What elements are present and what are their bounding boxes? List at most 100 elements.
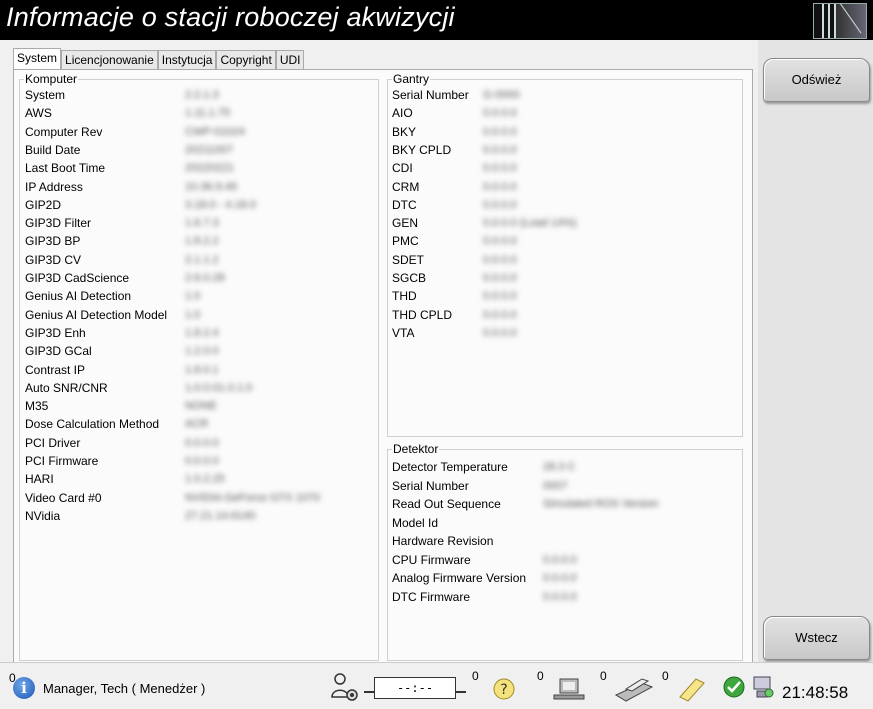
- computer-value: CWP-01024: [185, 125, 245, 138]
- gantry-label: BKY CPLD: [392, 142, 452, 157]
- computer-value: 1.8.2.4: [185, 326, 219, 339]
- computer-label: GIP3D BP: [25, 234, 81, 249]
- user-lock-icon[interactable]: [330, 671, 360, 703]
- detector-value: 0007: [543, 479, 568, 492]
- gantry-label: BKY: [392, 124, 417, 139]
- gantry-value: 0.0.0.0: [483, 272, 517, 284]
- gantry-label: SGCB: [392, 271, 427, 285]
- computer-value: 10.36.9.49: [185, 180, 237, 193]
- gantry-value: 0.0.0.0: [483, 198, 517, 211]
- gantry-value: 0.0.0.0: [483, 253, 517, 266]
- print-count: 0: [600, 669, 607, 683]
- back-button[interactable]: Wstecz: [763, 616, 870, 660]
- gantry-value: 0.0.0.0: [483, 162, 517, 175]
- info-icon[interactable]: i: [13, 677, 35, 699]
- gantry-value: 0.0.0.0: [483, 125, 517, 138]
- gantry-label: VTA: [392, 325, 415, 340]
- main-area: System Licencjonowanie Instytucja Copyri…: [0, 40, 758, 664]
- archive-count: 0: [537, 669, 544, 683]
- network-archive-icon[interactable]: [550, 673, 590, 703]
- computer-value: NVIDIA GeForce GTX 1070: [185, 491, 321, 504]
- computer-label: GIP3D CV: [25, 252, 82, 267]
- detector-label: CPU Firmware: [392, 552, 471, 567]
- tab-udi[interactable]: UDI: [275, 50, 305, 71]
- tab-copyright[interactable]: Copyright: [216, 50, 276, 71]
- detector-value: 28.3 C: [543, 461, 576, 473]
- logo: [813, 3, 867, 39]
- timer-widget[interactable]: --:--: [364, 671, 466, 701]
- gantry-group: Gantry Serial Number G-0000 AIO 0.0.0.0 BKY 0…: [387, 72, 743, 437]
- computer-label: Computer Rev: [25, 124, 103, 139]
- computer-value: 1.2.0.0: [185, 345, 219, 358]
- gantry-label: CDI: [392, 161, 413, 176]
- computer-value: ACR: [185, 418, 209, 431]
- computer-value: 1.8.0.1: [185, 363, 219, 376]
- computer-value: 1.0: [185, 290, 201, 303]
- computer-value: 2.2.1.3: [185, 89, 219, 101]
- detector-value: 0.0.0.0: [543, 572, 577, 584]
- gantry-label: AIO: [392, 106, 413, 121]
- detector-label: Serial Number: [392, 478, 469, 493]
- detector-label: Detector Temperature: [392, 460, 508, 474]
- computer-label: IP Address: [25, 179, 83, 194]
- computer-label: GIP3D GCal: [25, 344, 92, 359]
- computer-value: 2.1.1.2: [185, 253, 219, 266]
- computer-label: GIP3D Enh: [25, 325, 86, 340]
- detector-label: Read Out Sequence: [392, 497, 501, 511]
- computer-label: PCI Firmware: [25, 454, 99, 468]
- computer-value: 1.0.2.25: [185, 473, 225, 486]
- computer-value: 0.0.0.0: [185, 455, 219, 467]
- computer-label: Video Card #0: [25, 490, 102, 505]
- help-icon[interactable]: ?: [492, 677, 516, 701]
- gantry-label: THD CPLD: [392, 307, 453, 322]
- computer-value: 20220221: [185, 162, 234, 175]
- computer-label: Dose Calculation Method: [25, 417, 160, 432]
- gantry-label: CRM: [392, 179, 420, 194]
- computer-label: M35: [25, 399, 49, 414]
- detector-value: 0.0.0.0: [543, 553, 577, 566]
- computer-label: Contrast IP: [25, 362, 86, 377]
- system-device-icon[interactable]: [750, 673, 776, 701]
- queue-count: 0: [472, 669, 479, 683]
- computer-value: 1.0: [185, 308, 201, 321]
- tab-institution[interactable]: Instytucja: [157, 50, 217, 71]
- computer-value: 20211007: [185, 143, 234, 156]
- detector-label: Analog Firmware Version: [392, 571, 527, 585]
- computer-label: NVidia: [25, 508, 61, 523]
- user-name[interactable]: Manager, Tech ( Menedżer ): [43, 681, 205, 696]
- status-bar: 0 i Manager, Tech ( Menedżer ) --:-- 0 ?…: [0, 662, 873, 709]
- detector-value: Simulated ROS Version: [543, 498, 659, 510]
- computer-label: System: [25, 88, 66, 102]
- tab-system[interactable]: System: [13, 48, 62, 71]
- gantry-value: 0.0.0.0: [483, 326, 517, 339]
- computer-legend: Komputer: [24, 72, 79, 86]
- notes-count: 0: [662, 669, 669, 683]
- right-sidebar: Odśwież Wstecz: [758, 40, 873, 662]
- computer-label: Build Date: [25, 142, 81, 157]
- detector-legend: Detektor: [392, 442, 440, 456]
- gantry-label: GEN: [392, 216, 419, 231]
- gantry-label: THD: [392, 289, 417, 304]
- title-bar: Informacje o stacji roboczej akwizycji: [0, 0, 873, 40]
- gantry-label: SDET: [392, 252, 425, 267]
- refresh-button[interactable]: Odśwież: [763, 58, 870, 102]
- computer-label: Last Boot Time: [25, 161, 106, 176]
- detector-label: Hardware Revision: [392, 534, 494, 548]
- printer-icon[interactable]: [612, 671, 656, 703]
- detector-group: Detektor Detector Temperature 28.3 C Seria…: [387, 442, 743, 661]
- notes-icon[interactable]: [676, 675, 706, 703]
- window-title: Informacje o stacji roboczej akwizycji: [6, 2, 455, 32]
- computer-value: 1.11.1.75: [185, 107, 231, 120]
- detector-value: 0.0.0.0: [543, 590, 577, 603]
- computer-group: Komputer System 2.2.1.3 AWS 1.11.1.75 Comput…: [19, 72, 379, 661]
- gantry-label: Serial Number: [392, 88, 469, 102]
- tab-licensing[interactable]: Licencjonowanie: [61, 50, 158, 71]
- check-status-icon[interactable]: [722, 675, 746, 699]
- computer-value: 1.0.0.01.0.1.0: [185, 381, 253, 394]
- gantry-value: 0.0.0.0 (Load 14%): [483, 217, 577, 230]
- computer-label: Auto SNR/CNR: [25, 380, 108, 395]
- gantry-value: 0.0.0.0: [483, 107, 517, 120]
- gantry-label: PMC: [392, 234, 419, 249]
- clock: 21:48:58: [782, 683, 849, 702]
- timer-display: --:--: [374, 677, 456, 699]
